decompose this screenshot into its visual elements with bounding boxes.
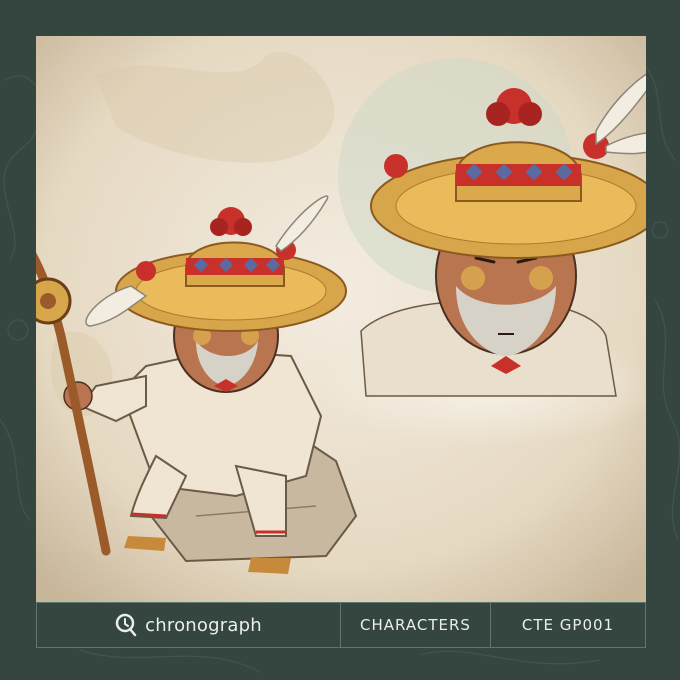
brand-name: chronograph	[145, 614, 262, 636]
footer-bar: chronograph CHARACTERS CTE GP001	[36, 602, 646, 648]
character-artwork	[36, 36, 646, 602]
brand-cell[interactable]: chronograph	[37, 603, 341, 647]
item-code: CTE GP001	[521, 616, 615, 634]
card-frame: chronograph CHARACTERS CTE GP001	[0, 0, 680, 680]
chronograph-logo-icon	[115, 613, 137, 637]
category-label: CHARACTERS	[341, 603, 491, 647]
